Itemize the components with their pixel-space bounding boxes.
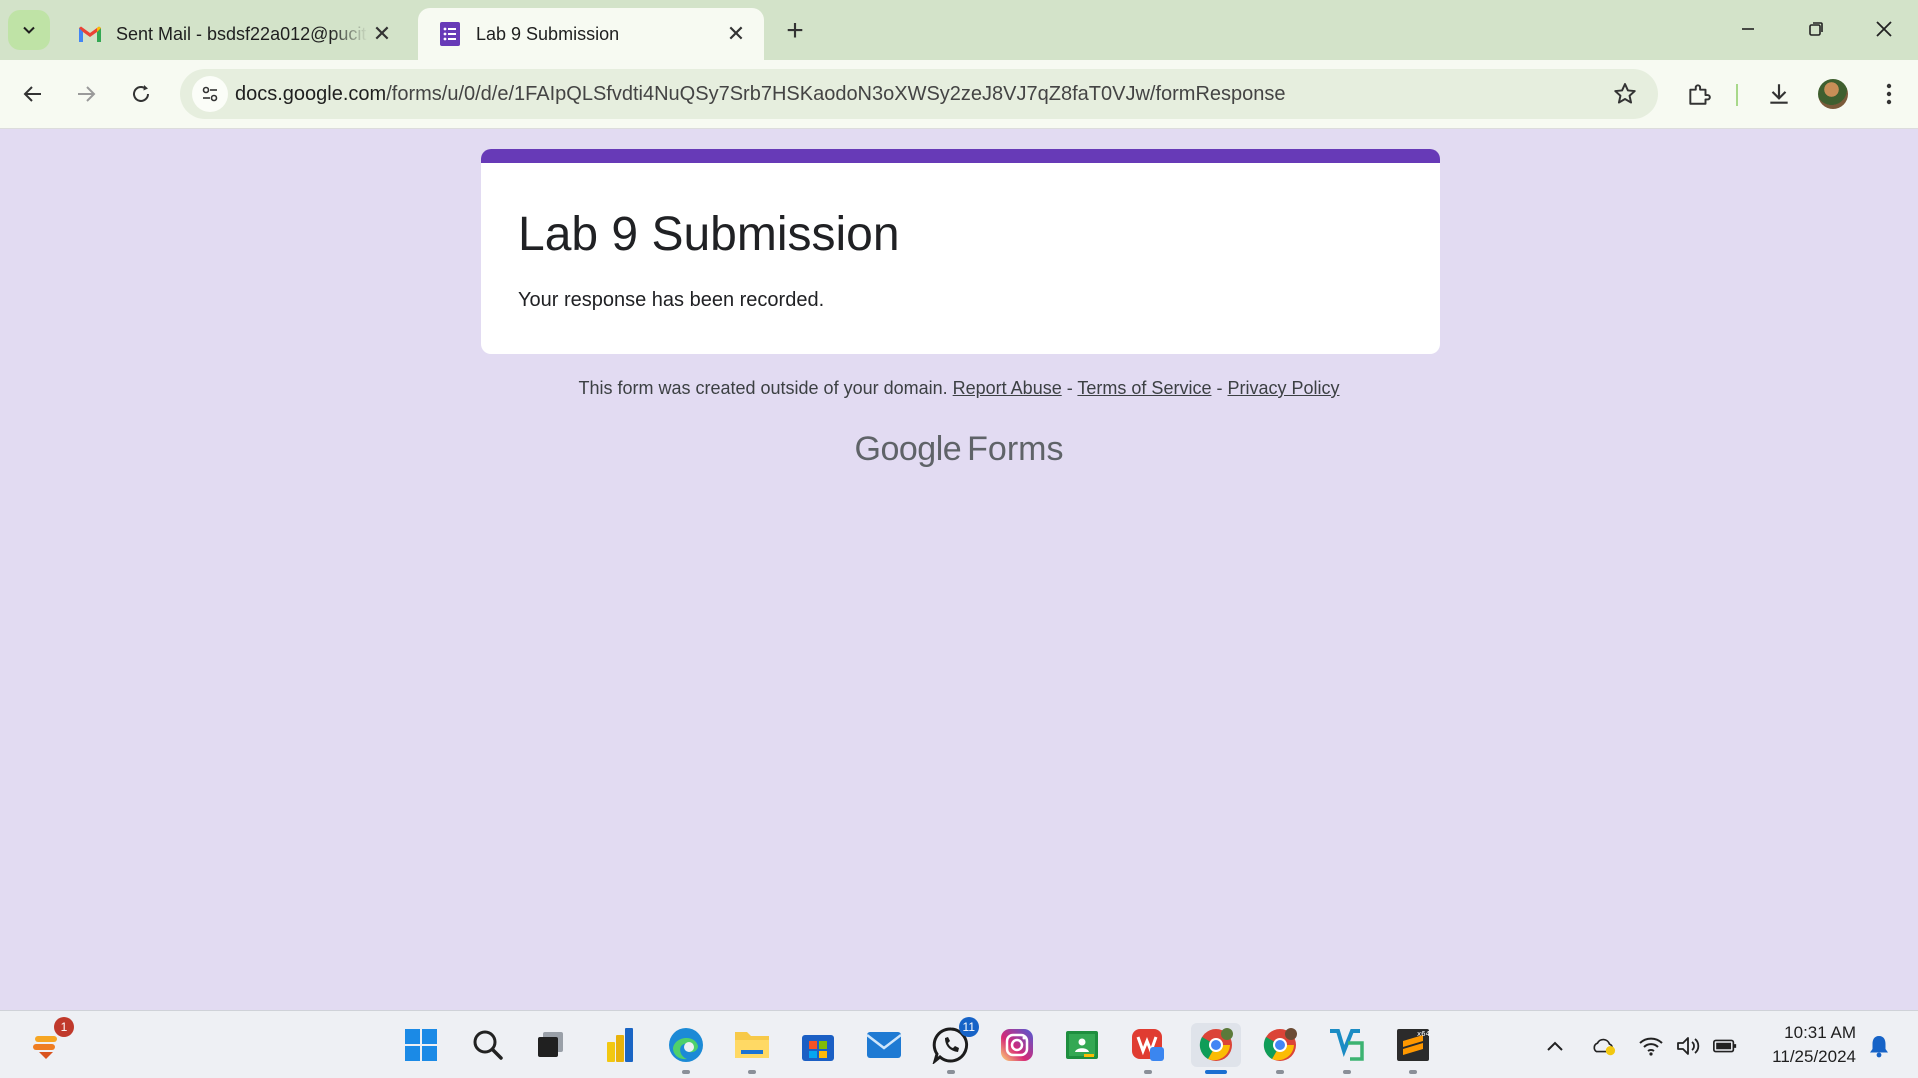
- close-window-button[interactable]: [1852, 0, 1916, 58]
- clock-time: 10:31 AM: [1784, 1023, 1856, 1042]
- google-classroom-icon[interactable]: [1060, 1023, 1104, 1067]
- reload-button[interactable]: [121, 74, 161, 114]
- notifications-bell-icon[interactable]: [1866, 1033, 1892, 1059]
- visual-paradigm-icon[interactable]: [1325, 1023, 1369, 1074]
- svg-text:x64: x64: [1417, 1030, 1431, 1038]
- privacy-policy-link[interactable]: Privacy Policy: [1228, 378, 1340, 398]
- url-host: docs.google.com: [235, 83, 387, 105]
- sublime-text-icon[interactable]: x64: [1391, 1023, 1435, 1074]
- tab-title: Sent Mail - bsdsf22a012@pucit.edu.pk: [116, 23, 368, 44]
- power-bi-icon[interactable]: [598, 1023, 642, 1067]
- tab-strip: Sent Mail - bsdsf22a012@pucit.edu.pk ✕ L…: [0, 0, 1918, 60]
- google-forms-logo[interactable]: Google Forms: [0, 430, 1918, 469]
- close-icon[interactable]: ✕: [368, 20, 396, 48]
- report-abuse-link[interactable]: Report Abuse: [953, 378, 1062, 398]
- chevron-up-icon[interactable]: [1542, 1033, 1568, 1059]
- restore-icon: [1809, 22, 1823, 36]
- volume-icon[interactable]: [1675, 1033, 1701, 1059]
- form-response-card: Lab 9 Submission Your response has been …: [481, 149, 1440, 354]
- onedrive-icon[interactable]: [1590, 1033, 1616, 1059]
- tab-lab-9-submission[interactable]: Lab 9 Submission ✕: [418, 8, 764, 60]
- back-button[interactable]: [13, 74, 53, 114]
- system-clock[interactable]: 10:31 AM 11/25/2024: [1756, 1021, 1856, 1069]
- new-tab-button[interactable]: +: [778, 14, 812, 48]
- restore-button[interactable]: [1784, 0, 1848, 58]
- widgets-icon[interactable]: 1: [24, 1017, 74, 1067]
- arrow-left-icon: [23, 86, 41, 102]
- whatsapp-icon[interactable]: 11: [929, 1017, 979, 1074]
- tab-search-button[interactable]: [8, 10, 50, 50]
- more-vert-icon[interactable]: [1873, 78, 1905, 110]
- start-icon[interactable]: [399, 1023, 443, 1067]
- bookmark-star-icon[interactable]: [1612, 81, 1638, 107]
- tab-sent-mail[interactable]: Sent Mail - bsdsf22a012@pucit.edu.pk ✕: [58, 8, 410, 60]
- widgets-badge: 1: [54, 1017, 74, 1037]
- domain-notice: This form was created outside of your do…: [578, 378, 948, 398]
- instagram-icon[interactable]: [995, 1023, 1039, 1067]
- logo-google-text: Google: [854, 430, 962, 468]
- task-view-icon[interactable]: [529, 1023, 573, 1067]
- file-explorer-icon[interactable]: [730, 1023, 774, 1074]
- wifi-icon[interactable]: [1638, 1033, 1664, 1059]
- close-icon: [1876, 21, 1892, 37]
- plus-icon: +: [786, 14, 804, 47]
- address-bar[interactable]: docs.google.com/forms/u/0/d/e/1FAIpQLSfv…: [180, 69, 1658, 119]
- close-icon[interactable]: ✕: [722, 20, 750, 48]
- whatsapp-badge: 11: [958, 1017, 979, 1037]
- card-accent-bar: [481, 149, 1440, 163]
- microsoft-store-icon[interactable]: [796, 1023, 840, 1067]
- edge-icon[interactable]: [664, 1023, 708, 1074]
- arrow-right-icon: [78, 86, 96, 102]
- profile-avatar[interactable]: [1818, 79, 1848, 109]
- form-title: Lab 9 Submission: [518, 208, 900, 261]
- confirmation-message: Your response has been recorded.: [518, 289, 825, 311]
- wps-office-icon[interactable]: [1126, 1023, 1170, 1074]
- minimize-button[interactable]: [1716, 0, 1780, 58]
- clock-date: 11/25/2024: [1772, 1047, 1856, 1066]
- chevron-down-icon: [23, 26, 35, 34]
- separator: -: [1216, 378, 1223, 398]
- url-path: /forms/u/0/d/e/1FAIpQLSfvdti4NuQSy7Srb7H…: [386, 83, 1286, 105]
- extensions-icon[interactable]: [1683, 78, 1715, 110]
- logo-forms-text: Forms: [967, 430, 1064, 468]
- forward-button[interactable]: [66, 74, 106, 114]
- toolbar-separator: [1736, 84, 1738, 106]
- gmail-icon: [78, 22, 102, 46]
- battery-icon[interactable]: [1712, 1033, 1738, 1059]
- tab-title: Lab 9 Submission: [476, 23, 620, 44]
- minimize-icon: [1742, 28, 1754, 30]
- browser-toolbar: docs.google.com/forms/u/0/d/e/1FAIpQLSfv…: [0, 60, 1918, 129]
- search-icon[interactable]: [466, 1023, 510, 1067]
- chrome-icon[interactable]: [1191, 1023, 1241, 1074]
- windows-taskbar: 1 11 x64 10:31 AM 11/25/2024: [0, 1010, 1918, 1078]
- mail-icon[interactable]: [862, 1023, 906, 1067]
- google-forms-icon: [438, 22, 462, 46]
- site-info-icon[interactable]: [192, 76, 228, 112]
- url-text[interactable]: docs.google.com/forms/u/0/d/e/1FAIpQLSfv…: [235, 69, 1286, 119]
- form-footer: This form was created outside of your do…: [0, 378, 1918, 399]
- chrome-profile-icon[interactable]: [1258, 1023, 1302, 1074]
- reload-icon: [133, 85, 149, 102]
- terms-of-service-link[interactable]: Terms of Service: [1077, 378, 1211, 398]
- download-icon[interactable]: [1763, 78, 1795, 110]
- separator: -: [1066, 378, 1073, 398]
